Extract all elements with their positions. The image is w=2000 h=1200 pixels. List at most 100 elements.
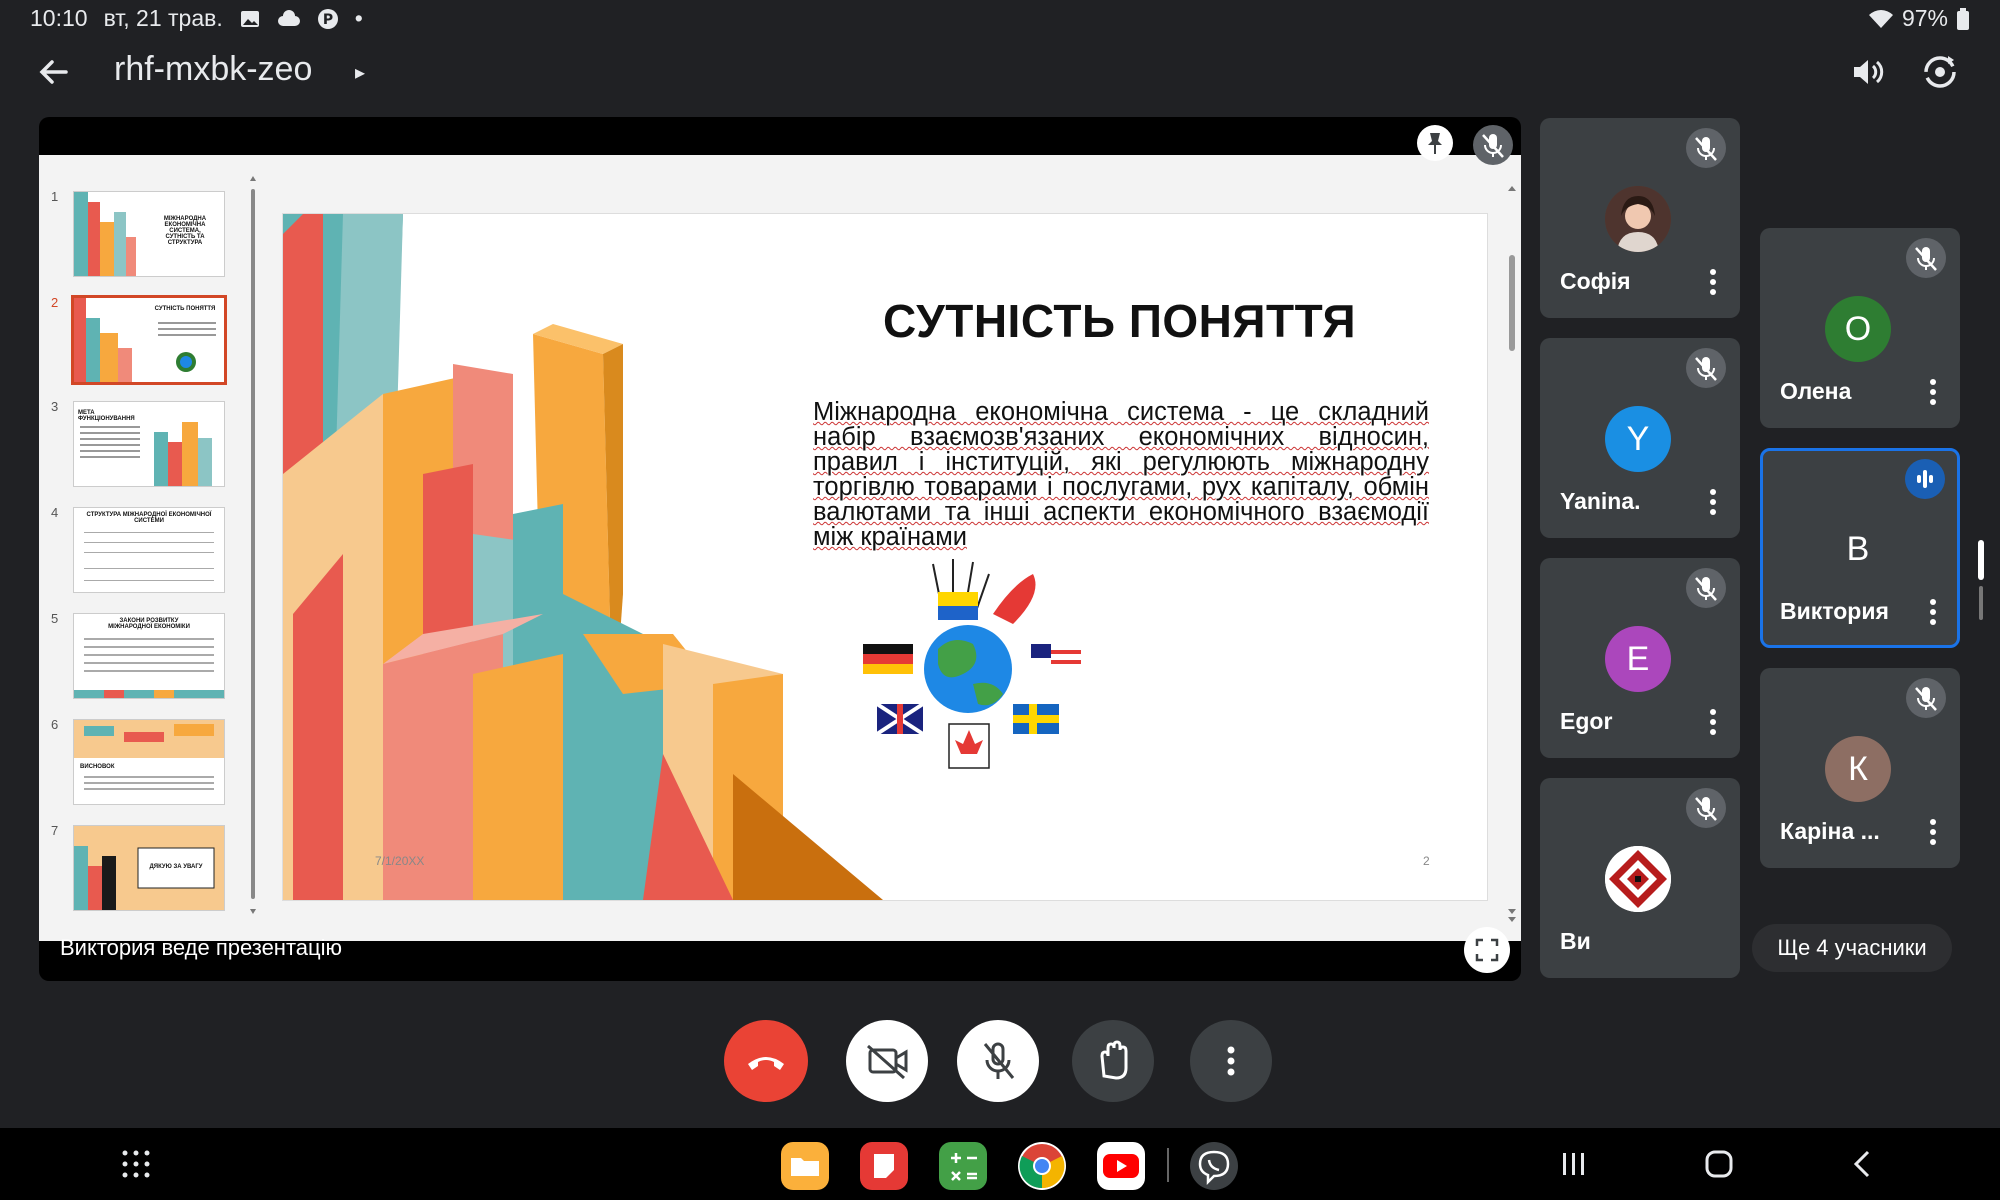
slide-footer-date: 7/1/20XX	[375, 854, 425, 868]
participant-tile-active-speaker[interactable]: В Виктория	[1760, 448, 1960, 648]
participant-tile[interactable]: Y Yanina.	[1540, 338, 1740, 538]
camera-flip-icon	[1924, 56, 1956, 88]
thumbnail-title: МЕТА ФУНКЦІОНУВАННЯ	[78, 410, 135, 422]
date: вт, 21 трав.	[103, 5, 223, 31]
participant-name: Софія	[1560, 268, 1631, 294]
world-hands-illustration	[863, 559, 1081, 769]
volume-icon	[1854, 60, 1884, 84]
notes-app-icon[interactable]	[860, 1142, 908, 1190]
slide-thumbnail-3[interactable]: МЕТА ФУНКЦІОНУВАННЯ	[73, 401, 225, 487]
slide-thumbnail-5[interactable]: ЗАКОНИ РОЗВИТКУ МІЖНАРОДНОЇ ЕКОНОМІКИ	[73, 613, 225, 699]
calculator-icon	[951, 1153, 977, 1181]
viber-icon	[1198, 1150, 1230, 1186]
slide-number: 2	[51, 295, 59, 310]
fullscreen-button[interactable]	[1464, 927, 1510, 973]
calculator-app-icon[interactable]	[939, 1142, 987, 1190]
more-vertical-icon[interactable]	[1928, 818, 1938, 846]
more-vertical-icon[interactable]	[1928, 378, 1938, 406]
video-off-icon	[867, 1044, 908, 1080]
participant-mic-status	[1906, 678, 1946, 718]
participant-name: Олена	[1780, 378, 1852, 404]
thumbnail-art	[74, 720, 224, 804]
slide-number: 5	[51, 611, 59, 626]
pinterest-icon: P	[317, 8, 338, 29]
participant-mic-status	[1686, 788, 1726, 828]
participant-tile[interactable]: О Олена	[1760, 228, 1960, 428]
arrow-left-icon	[39, 60, 68, 84]
profile-photo	[1605, 186, 1671, 252]
participants-scroll-indicator[interactable]	[1978, 540, 1984, 620]
battery-icon	[1957, 7, 1969, 30]
thumbnail-title: ВИСНОВОК	[80, 764, 115, 770]
avatar: К	[1825, 736, 1891, 802]
more-options-button[interactable]	[1190, 1020, 1272, 1102]
avatar: E	[1605, 626, 1671, 692]
participant-tile[interactable]: E Egor	[1540, 558, 1740, 758]
slide-number: 6	[51, 717, 59, 732]
slide-thumbnail-1[interactable]: МІЖНАРОДНА ЕКОНОМІЧНА СИСТЕМА, СУТНІСТЬ …	[73, 191, 225, 277]
presentation-tile[interactable]: 1 МІЖНАРОДНА ЕКОНОМІЧНА СИСТЕМА, СУТНІСТ…	[39, 117, 1521, 981]
back-button[interactable]	[34, 52, 74, 92]
end-call-button[interactable]	[724, 1020, 808, 1102]
mic-off-icon	[1695, 137, 1717, 161]
back-nav-icon[interactable]	[1848, 1148, 1876, 1180]
slide-number: 7	[51, 823, 59, 838]
clock: 10:10	[30, 5, 88, 31]
mic-toggle-button[interactable]	[957, 1020, 1039, 1102]
android-navigation-bar	[0, 1128, 2000, 1200]
more-vertical-icon[interactable]	[1708, 708, 1718, 736]
mic-off-icon	[1915, 247, 1937, 271]
avatar: О	[1825, 296, 1891, 362]
thumbnails-scrollbar[interactable]	[249, 175, 257, 915]
slide-scrollbar[interactable]	[1507, 185, 1517, 925]
youtube-icon	[1103, 1154, 1139, 1178]
mic-off-icon	[983, 1042, 1015, 1079]
thumbnail-title: ДЯКУЮ ЗА УВАГУ	[149, 864, 203, 870]
more-vertical-icon[interactable]	[1708, 268, 1718, 296]
participant-mic-status	[1906, 238, 1946, 278]
slide-number: 1	[51, 189, 59, 204]
app-drawer-icon[interactable]	[120, 1148, 152, 1180]
mic-off-icon	[1695, 357, 1717, 381]
thumbnail-title: СТРУКТУРА МІЖНАРОДНОЇ ЕКОНОМІЧНОЇ СИСТЕМ…	[86, 512, 212, 524]
cloud-icon	[277, 9, 300, 26]
status-dot: •	[354, 5, 363, 31]
camera-toggle-button[interactable]	[846, 1020, 928, 1102]
phone-hangup-icon	[748, 1057, 784, 1070]
switch-camera-button[interactable]	[1918, 50, 1962, 94]
speaker-button[interactable]	[1848, 52, 1888, 92]
viber-app-icon[interactable]	[1190, 1142, 1238, 1190]
participant-tile[interactable]: Софія	[1540, 118, 1740, 318]
more-vertical-icon[interactable]	[1708, 488, 1718, 516]
files-app-icon[interactable]	[781, 1142, 829, 1190]
fullscreen-icon	[1475, 938, 1499, 962]
pin-icon	[1428, 133, 1442, 154]
meeting-code[interactable]: rhf-mxbk-zeo	[114, 50, 312, 89]
participant-tile-self[interactable]: Ви	[1540, 778, 1740, 978]
battery-level: 97%	[1901, 5, 1948, 31]
presenter-label: Виктория веде презентацію	[60, 935, 343, 960]
slide-thumbnail-2-selected[interactable]: СУТНІСТЬ ПОНЯТТЯ	[71, 295, 227, 385]
slide-page-number: 2	[1423, 854, 1430, 868]
thumbnail-title: СУТНІСТЬ ПОНЯТТЯ	[154, 306, 216, 312]
meeting-info-arrow-icon[interactable]: ▸	[355, 60, 365, 85]
more-vertical-icon[interactable]	[1928, 598, 1938, 626]
participant-tile[interactable]: К Каріна ...	[1760, 668, 1960, 868]
slide-number: 3	[51, 399, 59, 414]
chrome-app-icon[interactable]	[1018, 1142, 1066, 1190]
status-bar: 10:10 вт, 21 трав. P • 97%	[0, 0, 2000, 36]
slide-body-text: Міжнародна економічна система - це склад…	[813, 398, 1429, 551]
home-icon[interactable]	[1703, 1148, 1735, 1180]
meeting-top-bar: rhf-mxbk-zeo ▸	[0, 40, 2000, 104]
more-participants-button[interactable]: Ще 4 учасники	[1752, 924, 1952, 972]
pin-button[interactable]	[1417, 125, 1453, 161]
recents-icon[interactable]	[1560, 1150, 1588, 1178]
slide-thumbnail-4[interactable]: СТРУКТУРА МІЖНАРОДНОЇ ЕКОНОМІЧНОЇ СИСТЕМ…	[73, 507, 225, 593]
slide-thumbnail-6[interactable]: ВИСНОВОК	[73, 719, 225, 805]
folder-icon	[791, 1158, 819, 1176]
raise-hand-button[interactable]	[1072, 1020, 1154, 1102]
thumbnail-title: МІЖНАРОДНА ЕКОНОМІЧНА СИСТЕМА, СУТНІСТЬ …	[163, 216, 207, 246]
participant-mic-status	[1686, 348, 1726, 388]
youtube-app-icon[interactable]	[1097, 1142, 1145, 1190]
slide-thumbnail-7[interactable]: ДЯКУЮ ЗА УВАГУ	[73, 825, 225, 911]
